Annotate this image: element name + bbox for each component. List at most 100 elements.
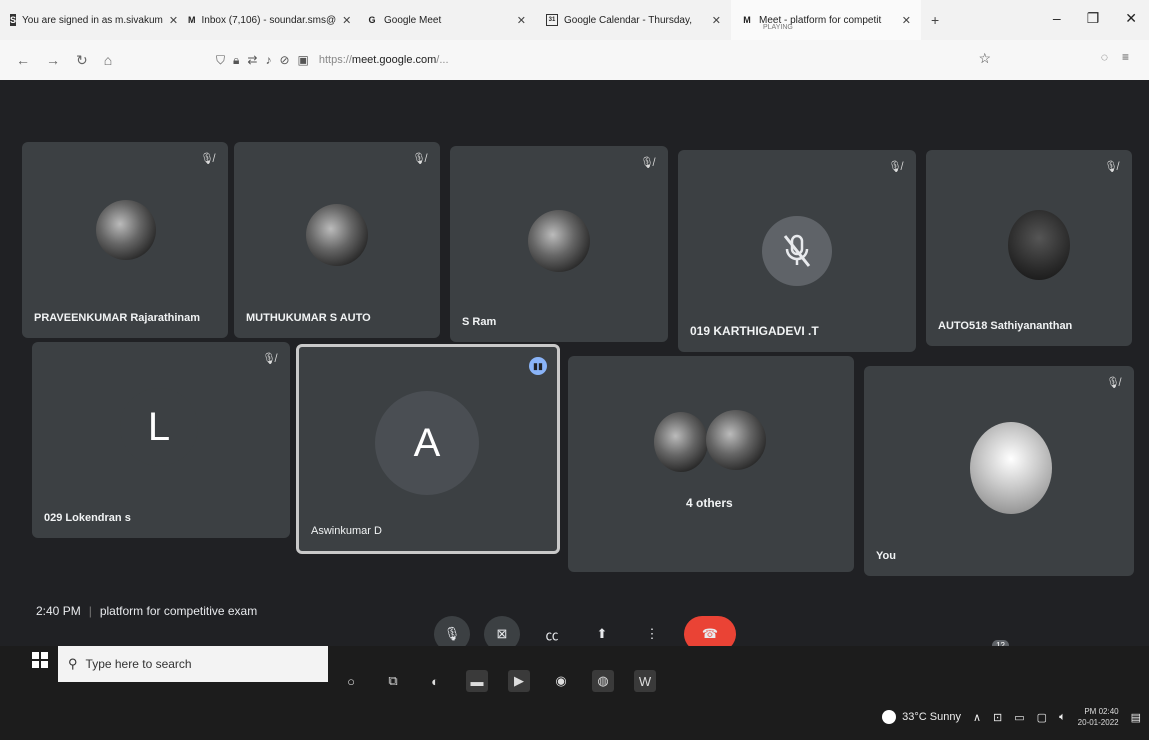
self-avatar xyxy=(970,422,1052,514)
volume-icon[interactable]: 🔈︎ xyxy=(1059,711,1066,724)
tab-title: Inbox (7,106) - soundar.sms@ xyxy=(201,14,337,26)
menu-icon[interactable]: ≡ xyxy=(1122,50,1129,64)
tab-title: You are signed in as m.sivakum xyxy=(22,14,163,26)
mic-off-icon xyxy=(783,234,811,267)
participant-tile-active-speaker[interactable]: ▮▮ A Aswinkumar D xyxy=(296,344,560,554)
participant-tile[interactable]: 🎙︎̸ PRAVEENKUMAR Rajarathinam xyxy=(22,142,228,338)
avatar xyxy=(306,204,368,266)
edge-icon[interactable]: ◐ xyxy=(424,670,446,692)
nav-buttons: ← → ↻ ⌂ xyxy=(16,52,126,69)
screen-share-icon[interactable]: ▣ xyxy=(298,53,309,68)
shield-icon[interactable]: ⛉ xyxy=(216,53,225,68)
url-prefix: https:// xyxy=(318,54,352,66)
chevron-up-icon[interactable]: ∧ xyxy=(973,711,981,724)
browser-tab[interactable]: M Inbox (7,106) - soundar.sms@ ✕ xyxy=(178,0,356,40)
muted-mic-icon: 🎙︎̸ xyxy=(888,161,902,173)
gmail-icon: M xyxy=(188,15,196,25)
sun-icon xyxy=(882,710,897,724)
avatar xyxy=(1008,210,1070,280)
meet-grid: 🎙︎̸ PRAVEENKUMAR Rajarathinam 🎙︎̸ MUTHUK… xyxy=(0,80,1149,646)
meet-favicon-icon: M xyxy=(743,15,751,25)
cortana-icon[interactable]: ○ xyxy=(340,670,362,692)
muted-mic-icon: 🎙︎̸ xyxy=(262,353,276,365)
camera-icon[interactable]: ⊘ xyxy=(279,53,289,68)
calendar-icon: 31 xyxy=(546,14,558,26)
self-tile[interactable]: 🎙︎̸ You xyxy=(864,366,1134,576)
back-icon[interactable]: ← xyxy=(16,52,30,69)
taskbar-apps: ○ ⧉ ◐ ▬ ▶ ◉ ◍ W xyxy=(340,670,656,692)
close-icon[interactable]: ✕ xyxy=(163,14,178,27)
permissions-icon[interactable]: ⇄ xyxy=(247,53,257,68)
participant-name: 019 KARTHIGADEVI .T xyxy=(690,324,819,338)
toolbar-extensions: ◌ ≡ xyxy=(1101,50,1129,64)
battery-icon[interactable]: ▭ xyxy=(1014,711,1024,724)
browser-tab[interactable]: G Google Meet ✕ xyxy=(356,0,536,40)
participant-name: S Ram xyxy=(462,316,497,328)
tab-title: Google Meet xyxy=(384,14,442,26)
microphone-icon[interactable]: ♪ xyxy=(265,53,271,68)
lock-icon[interactable]: 🔒︎ xyxy=(233,53,239,68)
meeting-title: platform for competitive exam xyxy=(99,604,258,618)
muted-mic-icon: 🎙︎̸ xyxy=(640,157,654,169)
avatar: L xyxy=(120,388,198,466)
participant-tile[interactable]: 🎙︎̸ S Ram xyxy=(450,146,668,342)
avatar xyxy=(654,412,708,472)
chrome-icon[interactable]: ◉ xyxy=(550,670,572,692)
tab-playing-label: PLAYING xyxy=(763,24,793,31)
media-player-icon[interactable]: ▶ xyxy=(508,670,530,692)
windows-start-icon[interactable] xyxy=(32,652,48,668)
participant-tile[interactable]: 🎙︎̸ AUTO518 Sathiyananthan xyxy=(926,150,1132,346)
url-suffix: /... xyxy=(436,54,449,66)
task-view-icon[interactable]: ⧉ xyxy=(382,670,404,692)
camera-off-icon: ⊠ xyxy=(496,626,508,641)
word-icon[interactable]: W xyxy=(634,670,656,692)
close-icon[interactable]: ✕ xyxy=(896,14,911,27)
browser-tab[interactable]: S You are signed in as m.sivakum ✕ xyxy=(0,0,178,40)
clock-time: PM 02:40 xyxy=(1084,707,1119,716)
taskbar-clock[interactable]: PM 02:40 20-01-2022 xyxy=(1078,706,1119,728)
close-icon[interactable]: ✕ xyxy=(706,14,721,27)
new-tab-button[interactable]: + xyxy=(921,0,961,40)
reload-icon[interactable]: ↻ xyxy=(76,52,88,69)
avatar: A xyxy=(375,391,479,495)
minimize-icon[interactable]: – xyxy=(1053,10,1061,27)
display-icon[interactable]: ▢ xyxy=(1037,711,1047,724)
muted-mic-icon: 🎙︎̸ xyxy=(200,153,214,165)
tab-title: Google Calendar - Thursday, xyxy=(564,14,693,26)
taskbar-search-input[interactable]: ⚲ Type here to search xyxy=(58,646,328,682)
url-field[interactable]: https://meet.google.com/... xyxy=(319,54,449,66)
close-icon[interactable]: ✕ xyxy=(336,14,351,27)
pocket-icon[interactable]: ◌ xyxy=(1101,50,1108,64)
meet-favicon-icon: G xyxy=(368,15,376,25)
browser-tab-active[interactable]: M Meet - platform for competit PLAYING ✕ xyxy=(731,0,921,40)
separator: | xyxy=(88,604,92,618)
participant-tile[interactable]: 🎙︎̸ MUTHUKUMAR S AUTO xyxy=(234,142,440,338)
present-screen-icon: ⬆ xyxy=(596,626,608,641)
forward-icon[interactable]: → xyxy=(46,52,60,69)
close-window-icon[interactable]: ✕ xyxy=(1125,10,1137,27)
muted-mic-icon: 🎙︎̸ xyxy=(1104,161,1118,173)
weather-widget[interactable]: 33°C Sunny xyxy=(882,710,961,724)
maximize-icon[interactable]: ❐ xyxy=(1087,10,1100,27)
others-tile[interactable]: 4 others xyxy=(568,356,854,572)
tab-favicon-icon: S xyxy=(10,14,17,26)
home-icon[interactable]: ⌂ xyxy=(104,52,112,69)
browser-tab[interactable]: 31 Google Calendar - Thursday, ✕ xyxy=(536,0,731,40)
hang-up-icon: ☎ xyxy=(701,626,719,641)
notifications-icon[interactable]: ▤ xyxy=(1131,711,1141,724)
firefox-icon[interactable]: ◍ xyxy=(592,670,614,692)
muted-mic-icon: 🎙︎̸ xyxy=(1106,377,1120,389)
clock-date: 20-01-2022 xyxy=(1077,718,1119,727)
network-icon[interactable]: ⊡ xyxy=(993,711,1002,724)
weather-text: 33°C Sunny xyxy=(902,711,961,723)
file-explorer-icon[interactable]: ▬ xyxy=(466,670,488,692)
participant-name: You xyxy=(876,550,896,562)
avatar-letter: L xyxy=(147,404,171,449)
bookmark-star-icon[interactable]: ☆ xyxy=(978,50,991,67)
participant-tile[interactable]: 🎙︎̸ L 029 Lokendran s xyxy=(32,342,290,538)
participant-name: Aswinkumar D xyxy=(311,525,382,537)
participant-tile[interactable]: 🎙︎̸ 019 KARTHIGADEVI .T xyxy=(678,150,916,352)
participant-name: AUTO518 Sathiyananthan xyxy=(938,320,1073,332)
close-icon[interactable]: ✕ xyxy=(511,14,526,27)
more-vert-icon: ⋮ xyxy=(645,626,659,641)
